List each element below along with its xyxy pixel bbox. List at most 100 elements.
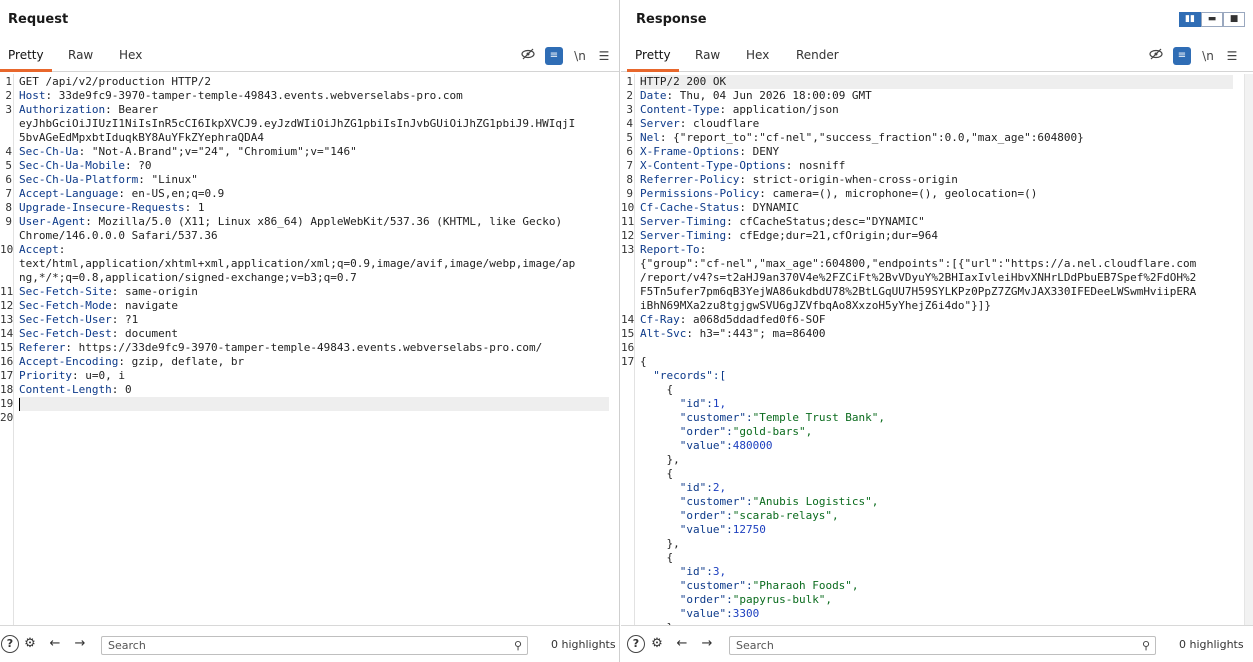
tab-pretty[interactable]: Pretty xyxy=(627,42,679,72)
code-line: /report/v4?s=t2aHJ9an370V4e%2FZCiFt%2BvV… xyxy=(640,271,1196,285)
header-name: Authorization xyxy=(19,103,106,116)
tab-hex[interactable]: Hex xyxy=(738,42,777,72)
line-number xyxy=(621,369,633,383)
header-value: en-US,en;q=0.9 xyxy=(131,187,225,200)
tab-raw[interactable]: Raw xyxy=(60,42,101,72)
header-name: Nel xyxy=(640,131,660,144)
code-line: User-Agent: Mozilla/5.0 (X11; Linux x86_… xyxy=(19,215,562,229)
vertical-scrollbar[interactable] xyxy=(1244,74,1253,625)
tab-pretty[interactable]: Pretty xyxy=(0,42,52,72)
line-text: { xyxy=(640,355,647,368)
forward-arrow-icon[interactable]: → xyxy=(698,635,716,653)
header-value: 0 xyxy=(124,383,132,396)
line-number xyxy=(621,439,633,453)
newline-icon[interactable]: \n xyxy=(1199,47,1217,65)
code-line: Server-Timing: cfCacheStatus;desc="DYNAM… xyxy=(640,215,925,229)
header-name: Sec-Fetch-Site xyxy=(19,285,112,298)
gear-icon[interactable]: ⚙ xyxy=(21,635,39,653)
code-line: Sec-Fetch-Dest: document xyxy=(19,327,178,341)
code-line: }, xyxy=(640,537,679,551)
json-value: 12750 xyxy=(732,523,766,536)
search-input[interactable] xyxy=(736,639,1116,652)
header-value: application/json xyxy=(732,103,839,116)
code-line: Report-To: xyxy=(640,243,713,257)
search-input[interactable] xyxy=(108,639,488,652)
separator: : xyxy=(726,229,740,242)
header-value: "Linux" xyxy=(151,173,198,186)
line-number: 4 xyxy=(626,117,633,130)
json-key: "customer": xyxy=(640,495,753,508)
tab-render[interactable]: Render xyxy=(788,42,847,72)
line-number: 11 xyxy=(621,215,635,228)
line-number: 4 xyxy=(5,145,12,158)
line-number: 2 xyxy=(626,89,633,102)
line-text: { xyxy=(640,383,674,396)
header-name: Content-Type xyxy=(640,103,720,116)
line-text: {"group":"cf-nel","max_age":604800,"endp… xyxy=(640,257,1197,270)
code-line: "value":12750 xyxy=(640,523,766,537)
header-value: Thu, 04 Jun 2026 18:00:09 GMT xyxy=(679,89,872,102)
code-line: Content-Type: application/json xyxy=(640,103,839,117)
separator: : xyxy=(739,201,753,214)
tab-hex[interactable]: Hex xyxy=(111,42,150,72)
line-text: 5bvAGeEdMpxbtIduqkBY8AuYFkZYephraQDA4 xyxy=(19,131,265,144)
word-wrap-icon[interactable]: ≡ xyxy=(545,47,563,65)
tab-raw[interactable]: Raw xyxy=(687,42,728,72)
back-arrow-icon[interactable]: ← xyxy=(673,635,691,653)
menu-icon[interactable]: ☰ xyxy=(1223,47,1241,65)
line-number: 12 xyxy=(621,229,635,242)
code-line: Sec-Ch-Ua: "Not-A.Brand";v="24", "Chromi… xyxy=(19,145,357,159)
code-line: Content-Length: 0 xyxy=(19,383,132,397)
code-line: {"group":"cf-nel","max_age":604800,"endp… xyxy=(640,257,1196,271)
line-number: 7 xyxy=(5,187,12,200)
code-line: "records":[ xyxy=(640,369,726,383)
code-line: "id":3, xyxy=(640,565,726,579)
code-line: Alt-Svc: h3=":443"; ma=86400 xyxy=(640,327,825,341)
separator: : xyxy=(659,131,674,144)
back-arrow-icon[interactable]: ← xyxy=(46,635,64,653)
line-number xyxy=(0,229,12,243)
json-value: "scarab-relays", xyxy=(732,509,839,522)
split-horizontal-button[interactable]: ▮▮ xyxy=(1179,12,1201,27)
json-value: "Anubis Logistics", xyxy=(752,495,879,508)
header-value: Bearer xyxy=(118,103,159,116)
search-box[interactable]: ⚲ xyxy=(729,636,1156,655)
line-number xyxy=(621,299,633,313)
separator: : xyxy=(111,299,125,312)
tabs-layout-button[interactable]: ■ xyxy=(1223,12,1245,27)
separator: : xyxy=(679,313,693,326)
response-title: Response xyxy=(636,12,707,27)
separator: : xyxy=(45,89,59,102)
gear-icon[interactable]: ⚙ xyxy=(648,635,666,653)
code-line: ng,*/*;q=0.8,application/signed-exchange… xyxy=(19,271,357,285)
code-line: X-Frame-Options: DENY xyxy=(640,145,779,159)
header-value: a068d5ddadfed0f6-SOF xyxy=(693,313,826,326)
code-line: "order":"scarab-relays", xyxy=(640,509,839,523)
request-editor[interactable]: 1 2 3 4 5 6 7 8 9 10 11 12 13 14 15 16 17 18 19 20 GET /api… xyxy=(0,74,619,625)
split-vertical-button[interactable]: ▬ xyxy=(1201,12,1223,27)
menu-icon[interactable]: ☰ xyxy=(595,47,613,65)
help-icon[interactable]: ? xyxy=(1,635,19,653)
header-value: cfCacheStatus;desc="DYNAMIC" xyxy=(739,215,925,228)
word-wrap-icon[interactable]: ≡ xyxy=(1173,47,1191,65)
newline-icon[interactable]: \n xyxy=(571,47,589,65)
separator: : xyxy=(71,369,86,382)
header-name: Referer xyxy=(19,341,66,354)
code-line: { xyxy=(640,355,647,369)
hide-nonprintable-icon[interactable] xyxy=(1147,47,1165,65)
header-name: Alt-Svc xyxy=(640,327,687,340)
hide-nonprintable-icon[interactable] xyxy=(519,47,537,65)
code-line: Referer: https://33de9fc9-3970-tamper-te… xyxy=(19,341,542,355)
help-icon[interactable]: ? xyxy=(627,635,645,653)
header-value: gzip, deflate, br xyxy=(131,355,245,368)
header-name: Date xyxy=(640,89,667,102)
search-box[interactable]: ⚲ xyxy=(101,636,528,655)
code-line: F5Tn5ufer7pm6qB3YejWA86ukdbdU78%2BtLGqUU… xyxy=(640,285,1196,299)
header-value: same-origin xyxy=(124,285,198,298)
text-caret xyxy=(19,397,20,411)
line-number: 9 xyxy=(5,215,12,228)
separator: : xyxy=(111,313,125,326)
json-value: 480000 xyxy=(732,439,773,452)
forward-arrow-icon[interactable]: → xyxy=(71,635,89,653)
response-editor[interactable]: 1 2 3 4 5 6 7 8 9 10 11 12 13 14 15 16 17 HTTP/2 200 OK D… xyxy=(621,74,1243,625)
